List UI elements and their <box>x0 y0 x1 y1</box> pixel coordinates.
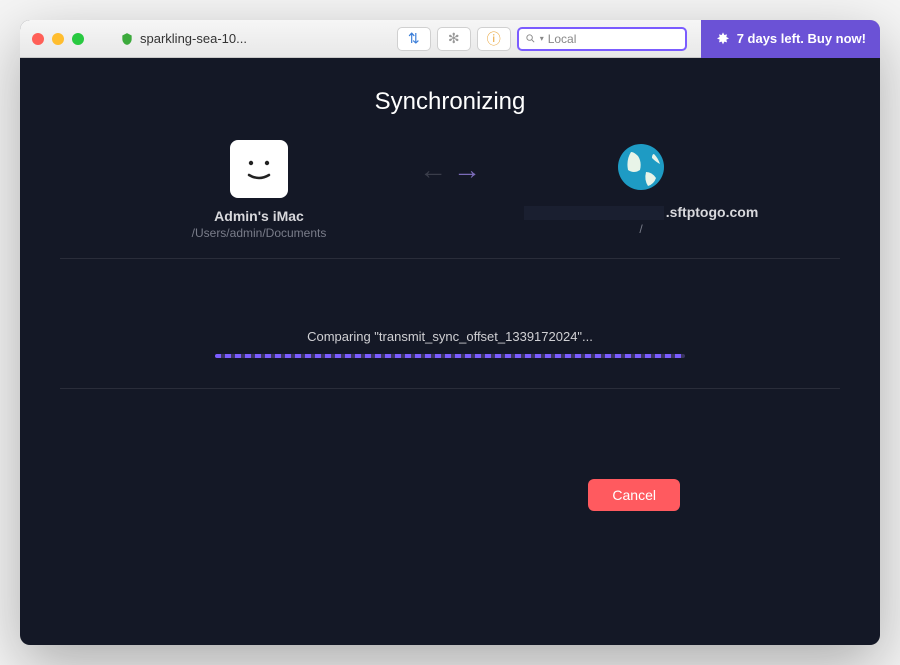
burst-icon <box>715 31 731 47</box>
progress-section: Comparing "transmit_sync_offset_13391720… <box>215 329 685 358</box>
sync-arrows-icon: ⇅ <box>408 30 420 47</box>
search-icon <box>525 33 536 44</box>
local-endpoint: Admin's iMac /Users/admin/Documents <box>129 140 389 240</box>
dropdown-chevron-icon: ▾ <box>540 34 544 43</box>
trial-text: 7 days left. Buy now! <box>737 31 866 46</box>
remote-path: / <box>511 222 771 236</box>
app-window: sparkling-sea-10... ⇅ ✻ ⓘ ▾ Local 7 <box>20 20 880 645</box>
sync-endpoints: Admin's iMac /Users/admin/Documents ← → <box>60 140 840 240</box>
gear-icon: ✻ <box>448 30 460 47</box>
finder-face-icon <box>239 149 279 189</box>
local-name: Admin's iMac <box>129 208 389 224</box>
shield-icon <box>120 32 134 46</box>
sync-button[interactable]: ⇅ <box>397 27 431 51</box>
remote-name: .sftptogo.com <box>511 204 771 220</box>
info-button[interactable]: ⓘ <box>477 27 511 51</box>
toolbar: ⇅ ✻ ⓘ ▾ Local <box>397 27 687 51</box>
trial-banner[interactable]: 7 days left. Buy now! <box>701 20 880 58</box>
redacted-hostname <box>524 206 664 220</box>
tab-label: sparkling-sea-10... <box>140 31 247 46</box>
arrow-left-icon: ← <box>419 156 447 184</box>
progress-label: Comparing "transmit_sync_offset_13391720… <box>215 329 685 344</box>
button-row: Cancel <box>60 479 840 511</box>
connection-tab[interactable]: sparkling-sea-10... <box>110 27 257 50</box>
direction-arrows: ← → <box>419 156 481 184</box>
finder-icon <box>230 140 288 198</box>
local-path: /Users/admin/Documents <box>129 226 389 240</box>
globe-icon <box>614 140 668 194</box>
search-input[interactable]: ▾ Local <box>517 27 687 51</box>
maximize-button[interactable] <box>72 33 84 45</box>
cancel-button[interactable]: Cancel <box>588 479 680 511</box>
titlebar: sparkling-sea-10... ⇅ ✻ ⓘ ▾ Local 7 <box>20 20 880 58</box>
sync-dialog: Synchronizing Admin's iMac /Users/admin/… <box>20 58 880 645</box>
arrow-right-icon: → <box>453 156 481 184</box>
dialog-title: Synchronizing <box>60 88 840 116</box>
remote-endpoint: .sftptogo.com / <box>511 140 771 236</box>
info-icon: ⓘ <box>487 29 501 49</box>
window-controls <box>32 33 84 45</box>
divider <box>60 258 840 259</box>
search-placeholder: Local <box>548 32 577 46</box>
progress-bar <box>215 354 685 358</box>
settings-button[interactable]: ✻ <box>437 27 471 51</box>
close-button[interactable] <box>32 33 44 45</box>
minimize-button[interactable] <box>52 33 64 45</box>
divider <box>60 388 840 389</box>
remote-host-suffix: .sftptogo.com <box>666 204 759 220</box>
